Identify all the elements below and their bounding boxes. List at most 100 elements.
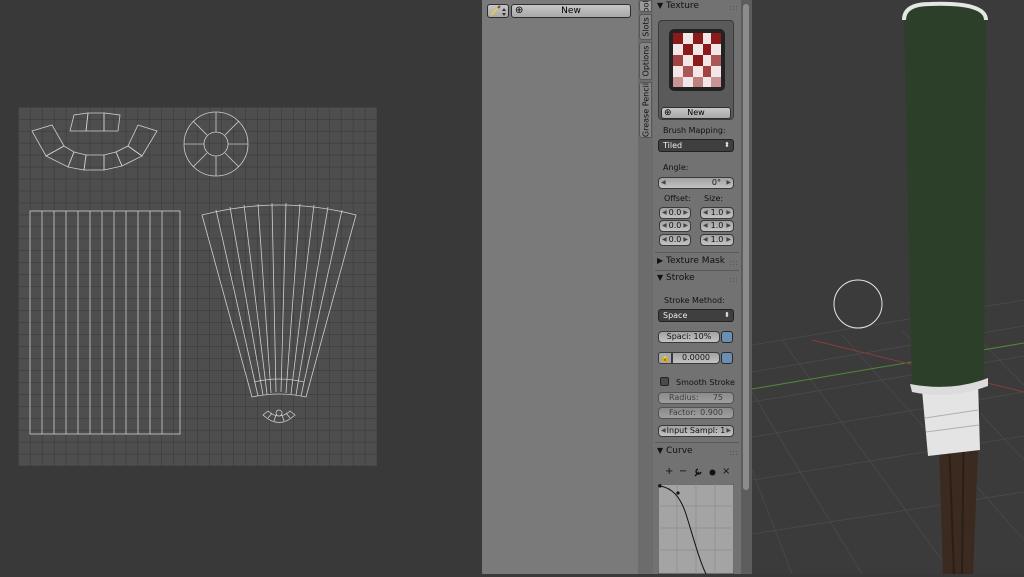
- stroke-panel-title: Stroke: [666, 273, 695, 283]
- tab-options-label: Options: [641, 45, 650, 77]
- angle-field[interactable]: ◀ 0° ▶: [658, 177, 734, 189]
- size-x-value: 1.0: [710, 208, 724, 217]
- radius-field[interactable]: Radius: 75: [658, 392, 734, 404]
- arrow-right-icon: ▶: [726, 236, 731, 243]
- dot-icon[interactable]: [708, 468, 717, 477]
- updown-arrow-icon: ⬍: [724, 311, 730, 319]
- arrow-left-icon: ◀: [703, 209, 708, 216]
- drag-grip-icon[interactable]: [729, 260, 737, 266]
- new-image-label: New: [561, 6, 581, 16]
- divider: [655, 270, 739, 271]
- texture-slot[interactable]: ⊕ New: [658, 20, 734, 120]
- size-label: Size:: [704, 194, 724, 203]
- arrow-left-icon: ◀: [662, 236, 667, 243]
- factor-field[interactable]: Factor: 0.900: [658, 407, 734, 419]
- texture-mask-panel-header[interactable]: ▶ Texture Mask: [657, 256, 739, 270]
- 3d-viewport[interactable]: [752, 0, 1024, 574]
- offset-z-field[interactable]: ◀ 0.0 ▶: [659, 234, 691, 246]
- angle-label: Angle:: [663, 163, 689, 172]
- divider: [655, 442, 739, 443]
- stroke-panel-header[interactable]: ▼ Stroke: [657, 273, 739, 287]
- arrow-right-icon: ▶: [726, 179, 731, 186]
- new-image-button[interactable]: ⊕ New: [511, 4, 631, 18]
- drag-grip-icon[interactable]: [729, 277, 737, 283]
- arrow-right-icon: ▶: [683, 209, 688, 216]
- stroke-method-dropdown[interactable]: Space ⬍: [658, 309, 734, 322]
- new-texture-button[interactable]: ⊕ New: [661, 107, 731, 119]
- tool-shelf: ▼ Texture ⊕ New Brush Mapping: Tiled ⬍ Ang…: [653, 0, 741, 574]
- offset-z-value: 0.0: [668, 235, 682, 244]
- tab-options[interactable]: Options: [639, 42, 652, 80]
- arrow-left-icon: ◀: [661, 179, 666, 186]
- arrow-right-icon: ▶: [726, 222, 731, 229]
- arrow-left-icon: ◀: [661, 427, 666, 434]
- arrow-left-icon: ◀: [662, 222, 667, 229]
- lock-icon[interactable]: 🔒: [658, 352, 672, 364]
- drag-grip-icon[interactable]: [729, 450, 737, 456]
- arrow-right-icon: ▶: [726, 209, 731, 216]
- size-y-value: 1.0: [710, 221, 724, 230]
- brush-mapping-dropdown[interactable]: Tiled ⬍: [658, 139, 734, 152]
- arrow-right-icon: ▶: [683, 236, 688, 243]
- collapse-right-icon: ▶: [657, 256, 664, 265]
- size-y-field[interactable]: ◀ 1.0 ▶: [700, 220, 734, 232]
- arrow-left-icon: ◀: [662, 209, 667, 216]
- brush-cursor-circle: [833, 279, 883, 329]
- tab-slots[interactable]: Slots: [639, 14, 652, 40]
- curve-zoom-in-icon[interactable]: +: [665, 466, 673, 477]
- jitter-field[interactable]: 0.0000: [672, 352, 720, 364]
- collapse-down-icon: ▼: [657, 1, 664, 10]
- size-x-field[interactable]: ◀ 1.0 ▶: [700, 207, 734, 219]
- arrow-left-icon: ◀: [703, 236, 708, 243]
- plus-icon: ⊕: [515, 5, 524, 16]
- smooth-stroke-checkbox[interactable]: [660, 377, 669, 386]
- factor-value: 0.900: [700, 408, 723, 417]
- pressure-toggle-icon[interactable]: [721, 352, 733, 364]
- bat-model: [902, 1, 988, 574]
- texture-mask-title: Texture Mask: [666, 256, 725, 266]
- tab-grease-pencil[interactable]: Grease Pencil: [639, 82, 652, 138]
- offset-y-value: 0.0: [668, 221, 682, 230]
- tab-tools-label: Tools: [641, 0, 650, 12]
- brush-selector-button[interactable]: [487, 4, 509, 18]
- collapse-down-icon: ▼: [657, 273, 664, 282]
- spacing-field[interactable]: Spaci: 10%: [658, 331, 720, 343]
- radius-label: Radius:: [669, 393, 699, 402]
- curve-zoom-out-icon[interactable]: −: [679, 466, 687, 477]
- image-editor-panel: ⊕ New: [482, 0, 638, 574]
- brush-mapping-label: Brush Mapping:: [663, 126, 726, 135]
- tab-grease-pencil-label: Grease Pencil: [641, 82, 650, 138]
- texture-panel-header[interactable]: ▼ Texture: [657, 1, 739, 15]
- wrench-icon[interactable]: [693, 467, 703, 477]
- offset-label: Offset:: [664, 194, 691, 203]
- stroke-method-label: Stroke Method:: [664, 296, 725, 305]
- factor-label: Factor:: [669, 408, 697, 417]
- brush-icon: [490, 5, 506, 16]
- spacing-value: Spaci: 10%: [666, 332, 712, 341]
- tool-shelf-scrollbar[interactable]: [741, 0, 752, 574]
- jitter-value: 0.0000: [682, 353, 710, 362]
- arrow-right-icon: ▶: [726, 427, 731, 434]
- offset-x-value: 0.0: [668, 208, 682, 217]
- uv-grid: [18, 107, 377, 466]
- curve-reset-icon[interactable]: ×: [722, 466, 730, 477]
- texture-panel-title: Texture: [666, 1, 699, 11]
- offset-x-field[interactable]: ◀ 0.0 ▶: [659, 207, 691, 219]
- tab-tools[interactable]: Tools: [639, 0, 652, 12]
- uv-editor[interactable]: [0, 0, 482, 574]
- tool-tabs: Tools Slots Options Grease Pencil: [638, 0, 653, 574]
- scrollbar-thumb[interactable]: [743, 4, 749, 490]
- drag-grip-icon[interactable]: [729, 5, 737, 11]
- size-z-field[interactable]: ◀ 1.0 ▶: [700, 234, 734, 246]
- curve-panel-header[interactable]: ▼ Curve: [657, 446, 739, 460]
- arrow-right-icon: ▶: [683, 222, 688, 229]
- stroke-method-value: Space: [663, 311, 688, 320]
- uv-canvas[interactable]: [0, 0, 482, 574]
- pressure-toggle-icon[interactable]: [721, 331, 733, 343]
- viewport-canvas[interactable]: [752, 0, 1024, 574]
- radius-value: 75: [712, 393, 723, 402]
- offset-y-field[interactable]: ◀ 0.0 ▶: [659, 220, 691, 232]
- falloff-curve-widget[interactable]: [658, 484, 734, 574]
- new-texture-label: New: [687, 108, 705, 117]
- input-samples-field[interactable]: ◀ Input Sampl: 1 ▶: [658, 425, 734, 437]
